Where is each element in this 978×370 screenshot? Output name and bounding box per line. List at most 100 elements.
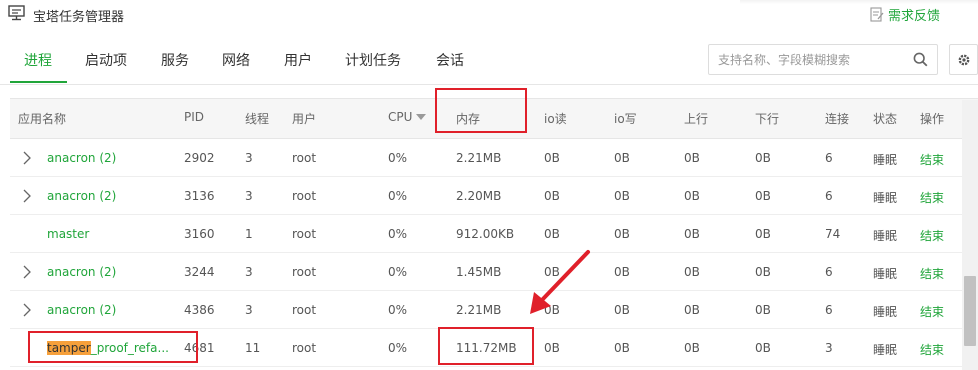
tab-startup[interactable]: 启动项 <box>85 50 127 70</box>
chevron-right-icon[interactable] <box>22 265 32 279</box>
cpu-cell: 0% <box>388 341 408 355</box>
table-row[interactable]: anacron (2) 2902 3 root 0% 2.21MB 0B 0B … <box>10 139 978 177</box>
table-row[interactable]: anacron (2) 3244 3 root 0% 1.45MB 0B 0B … <box>10 253 978 291</box>
upload-cell: 0B <box>684 189 700 203</box>
column-threads[interactable]: 线程 <box>245 110 269 127</box>
process-name[interactable]: anacron (2) <box>47 265 116 279</box>
chevron-right-icon[interactable] <box>22 151 32 165</box>
gear-icon <box>958 54 970 66</box>
user-cell: root <box>292 227 317 241</box>
end-process-button[interactable]: 结束 <box>920 151 944 168</box>
settings-button[interactable] <box>949 44 978 75</box>
column-upload[interactable]: 上行 <box>684 110 708 127</box>
io-write-cell: 0B <box>614 189 630 203</box>
user-cell: root <box>292 303 317 317</box>
title-bar: 宝塔任务管理器 需求反馈 <box>0 0 978 30</box>
cpu-cell: 0% <box>388 227 408 241</box>
task-manager-window: 宝塔任务管理器 需求反馈 进程 启动项 服务 网络 用户 计划任务 会话 支持名… <box>0 0 978 370</box>
table-row[interactable]: anacron (2) 3136 3 root 0% 2.20MB 0B 0B … <box>10 177 978 215</box>
end-process-button[interactable]: 结束 <box>920 303 944 320</box>
end-process-button[interactable]: 结束 <box>920 265 944 282</box>
feedback-label: 需求反馈 <box>888 8 941 24</box>
search-icon[interactable] <box>913 52 928 67</box>
download-cell: 0B <box>755 227 771 241</box>
connections-cell: 6 <box>825 151 833 165</box>
memory-cell: 912.00KB <box>456 227 515 241</box>
connections-cell: 6 <box>825 265 833 279</box>
status-cell: 睡眠 <box>873 305 898 319</box>
column-cpu-label: CPU <box>388 110 413 124</box>
edit-icon <box>870 6 884 22</box>
process-name[interactable]: anacron (2) <box>47 303 116 317</box>
user-cell: root <box>292 265 317 279</box>
cpu-cell: 0% <box>388 265 408 279</box>
status-cell: 睡眠 <box>873 229 898 243</box>
download-cell: 0B <box>755 341 771 355</box>
status-cell: 睡眠 <box>873 191 898 205</box>
column-user[interactable]: 用户 <box>292 110 316 127</box>
annotation-box-process-name <box>28 331 198 363</box>
search-input[interactable] <box>718 51 908 69</box>
tab-sessions[interactable]: 会话 <box>436 50 464 70</box>
column-action: 操作 <box>920 112 945 126</box>
threads-cell: 11 <box>245 341 261 355</box>
user-cell: root <box>292 341 317 355</box>
tab-network[interactable]: 网络 <box>222 50 250 70</box>
download-cell: 0B <box>755 189 771 203</box>
memory-cell: 1.45MB <box>456 265 502 279</box>
column-connections[interactable]: 连接 <box>825 110 849 127</box>
end-process-button[interactable]: 结束 <box>920 227 944 244</box>
sort-desc-icon <box>416 114 427 120</box>
table-row[interactable]: anacron (2) 4386 3 root 0% 2.21MB 0B 0B … <box>10 291 978 329</box>
connections-cell: 6 <box>825 303 833 317</box>
pid-cell: 3160 <box>184 227 215 241</box>
annotation-arrow <box>530 250 590 314</box>
io-write-cell: 0B <box>614 227 630 241</box>
column-download[interactable]: 下行 <box>755 110 779 127</box>
process-name[interactable]: anacron (2) <box>47 189 116 203</box>
column-cpu[interactable]: CPU <box>388 110 427 124</box>
tab-bar: 进程 启动项 服务 网络 用户 计划任务 会话 <box>0 38 700 84</box>
threads-cell: 3 <box>245 265 253 279</box>
threads-cell: 3 <box>245 189 253 203</box>
tab-users[interactable]: 用户 <box>284 50 312 70</box>
memory-cell: 2.20MB <box>456 189 502 203</box>
end-process-button[interactable]: 结束 <box>920 189 944 206</box>
column-io-read[interactable]: io读 <box>544 110 567 127</box>
pid-cell: 3136 <box>184 189 215 203</box>
status-cell: 睡眠 <box>873 153 898 167</box>
memory-cell: 2.21MB <box>456 303 502 317</box>
io-write-cell: 0B <box>614 265 630 279</box>
user-cell: root <box>292 151 317 165</box>
column-name[interactable]: 应用名称 <box>18 110 66 127</box>
threads-cell: 1 <box>245 227 253 241</box>
process-name[interactable]: anacron (2) <box>47 151 116 165</box>
status-cell: 睡眠 <box>873 267 898 281</box>
chevron-right-icon[interactable] <box>22 189 32 203</box>
io-write-cell: 0B <box>614 341 630 355</box>
upload-cell: 0B <box>684 341 700 355</box>
feedback-link[interactable]: 需求反馈 <box>870 5 941 24</box>
column-io-write[interactable]: io写 <box>614 110 637 127</box>
end-process-button[interactable]: 结束 <box>920 341 944 358</box>
table-row[interactable]: master 3160 1 root 0% 912.00KB 0B 0B 0B … <box>10 215 978 253</box>
upload-cell: 0B <box>684 227 700 241</box>
download-cell: 0B <box>755 265 771 279</box>
app-icon <box>8 5 25 21</box>
chevron-right-icon[interactable] <box>22 303 32 317</box>
pid-cell: 2902 <box>184 151 215 165</box>
tab-processes[interactable]: 进程 <box>24 50 52 70</box>
scrollbar-thumb[interactable] <box>964 276 976 346</box>
tab-services[interactable]: 服务 <box>161 50 189 70</box>
column-pid[interactable]: PID <box>184 110 204 124</box>
tab-scheduled-tasks[interactable]: 计划任务 <box>345 50 401 70</box>
process-name[interactable]: master <box>47 227 89 241</box>
threads-cell: 3 <box>245 151 253 165</box>
memory-cell: 2.21MB <box>456 151 502 165</box>
column-status[interactable]: 状态 <box>873 110 897 127</box>
threads-cell: 3 <box>245 303 253 317</box>
annotation-box-memory-value <box>438 327 534 365</box>
io-write-cell: 0B <box>614 303 630 317</box>
search-box <box>708 44 938 75</box>
active-tab-indicator <box>10 81 67 83</box>
